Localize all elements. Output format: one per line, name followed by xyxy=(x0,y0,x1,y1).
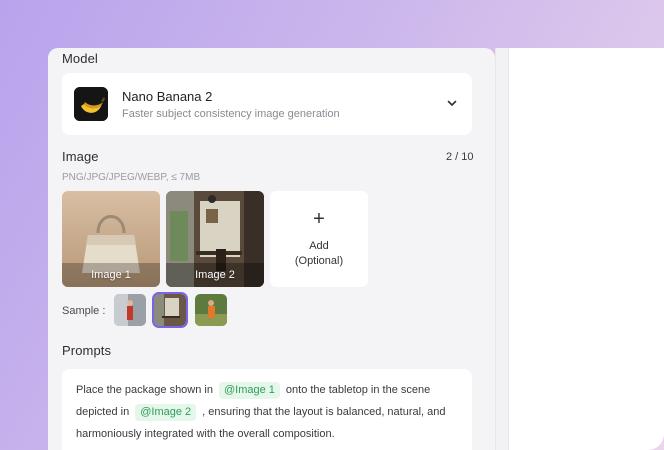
prompt-text: Place the package shown in @Image 1 onto t… xyxy=(76,379,466,445)
settings-panel: Model Nano Banana 2 Faster subject consi… xyxy=(48,48,495,450)
model-selector[interactable]: Nano Banana 2 Faster subject consistency… xyxy=(62,73,472,135)
chevron-down-icon[interactable] xyxy=(446,97,458,109)
image-format-hint: PNG/JPG/JPEG/WEBP, ≤ 7MB xyxy=(62,172,201,183)
image-mention-tag-1[interactable]: @Image 1 xyxy=(218,382,280,399)
add-label: Add (Optional) xyxy=(270,239,368,269)
image-tile-2[interactable]: Image 2 xyxy=(166,191,264,287)
prompt-textarea[interactable]: Place the package shown in @Image 1 onto t… xyxy=(62,369,472,450)
sample-thumbnail-3[interactable] xyxy=(195,294,227,326)
image-tile-1[interactable]: Image 1 xyxy=(62,191,160,287)
prompt-text-part-1: Place the package shown in xyxy=(76,384,213,396)
plus-icon: + xyxy=(313,208,325,230)
model-description: Faster subject consistency image generat… xyxy=(122,108,340,120)
panel-divider[interactable] xyxy=(495,48,509,450)
image-tile-1-caption: Image 1 xyxy=(91,269,131,281)
prompts-section-label: Prompts xyxy=(62,343,112,358)
image-tile-2-caption: Image 2 xyxy=(195,269,235,281)
app-frame: Model Nano Banana 2 Faster subject consi… xyxy=(0,0,664,450)
output-area xyxy=(509,48,664,450)
add-label-line1: Add xyxy=(309,240,329,252)
image-section-label: Image xyxy=(62,149,99,164)
sample-thumbnail-1[interactable] xyxy=(114,294,146,326)
sample-thumbnail-2[interactable] xyxy=(152,292,188,328)
sample-label: Sample : xyxy=(62,305,106,317)
prompt-text-part-3: , ensuring that the layout is balanced, … xyxy=(76,406,446,440)
model-name: Nano Banana 2 xyxy=(122,89,213,104)
add-image-button[interactable]: + Add (Optional) xyxy=(270,191,368,287)
model-section-label: Model xyxy=(62,51,98,66)
image-counter: 2 / 10 xyxy=(446,151,474,163)
add-label-line2: (Optional) xyxy=(294,255,344,267)
model-logo xyxy=(74,87,108,121)
image-mention-tag-2[interactable]: @Image 2 xyxy=(135,404,197,421)
